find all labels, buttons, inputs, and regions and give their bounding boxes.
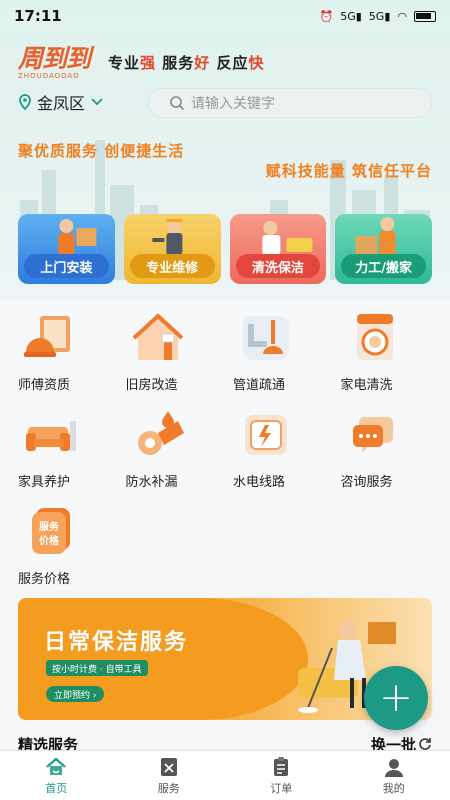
- logo-text: 周到到: [18, 44, 91, 73]
- signal-icon: 5G▮: [340, 9, 362, 23]
- service-item-pipe[interactable]: 管道疏通: [225, 308, 333, 393]
- tab-home[interactable]: 首页: [0, 751, 113, 800]
- service-item-appliance[interactable]: 家电清洗: [333, 308, 441, 393]
- chat-bubble-icon: [341, 405, 407, 465]
- svg-text:价格: 价格: [39, 534, 60, 547]
- service-item-price[interactable]: 服务 价格 服务价格: [10, 502, 118, 587]
- category-install-label: 上门安装: [24, 254, 109, 278]
- chevron-down-icon: [91, 98, 103, 106]
- banner-title: 日常保洁服务: [44, 630, 189, 655]
- category-moving-label: 力工/搬家: [341, 254, 426, 278]
- banner-subtitle: 按小时计费 · 自带工具: [46, 660, 148, 676]
- plunger-pipe-icon: [233, 308, 299, 368]
- service-item-consult[interactable]: 咨询服务: [333, 405, 441, 490]
- cleaning-worker-icon: [261, 221, 312, 255]
- battery-icon: [414, 10, 436, 22]
- profile-icon: [384, 758, 403, 777]
- tab-profile[interactable]: 我的: [338, 751, 450, 800]
- location-district: 金凤区: [37, 94, 86, 113]
- service-label: 管道疏通: [233, 378, 286, 393]
- tab-profile-label: 我的: [382, 781, 405, 795]
- tab-services-label: 服务: [157, 781, 180, 795]
- location-selector[interactable]: 金凤区: [18, 90, 104, 114]
- house-brush-icon: [126, 308, 192, 368]
- category-install[interactable]: 上门安装: [18, 214, 115, 284]
- category-cleaning-label: 清洗保洁: [235, 254, 321, 278]
- refresh-icon: [419, 738, 431, 750]
- bottom-tab-bar: 首页 服务 订单 我的: [0, 750, 450, 800]
- search-input[interactable]: 请输入关键字: [148, 88, 432, 118]
- services-grid: 师傅资质 旧房改造 管道疏通 家电清洗 家具养护 防水补漏 水电线路 咨询服务 …: [10, 308, 440, 587]
- service-item-waterproof[interactable]: 防水补漏: [118, 405, 226, 490]
- service-item-furniture[interactable]: 家具养护: [10, 405, 118, 490]
- services-icon: [160, 757, 177, 776]
- tab-home-label: 首页: [45, 781, 68, 795]
- repair-worker-icon: [152, 219, 183, 255]
- add-fab-button[interactable]: +: [364, 666, 428, 730]
- service-label: 咨询服务: [340, 475, 393, 490]
- home-icon: [46, 757, 66, 775]
- service-item-qualification[interactable]: 师傅资质: [10, 308, 118, 393]
- waterproof-tape-icon: [126, 405, 192, 465]
- helmet-certificate-icon: [18, 308, 84, 368]
- mover-worker-icon: [355, 217, 396, 255]
- status-time: 17:11: [14, 7, 62, 25]
- status-bar: 17:11 ⏰ 5G▮ 5G▮ ◠: [0, 0, 450, 32]
- service-label: 旧房改造: [125, 378, 178, 393]
- banner-book-button[interactable]: 立即预约 ›: [46, 686, 105, 702]
- location-pin-icon: [19, 94, 31, 110]
- signal-icon-2: 5G▮: [368, 9, 391, 23]
- category-repair-label: 专业维修: [129, 254, 215, 278]
- water-electric-icon: [233, 405, 299, 465]
- logo-subtext: ZHOUDAODAO: [18, 72, 80, 80]
- category-repair[interactable]: 专业维修: [123, 214, 221, 284]
- service-label: 师傅资质: [18, 378, 71, 393]
- status-icons: ⏰ 5G▮ 5G▮ ◠: [319, 9, 436, 23]
- service-label: 家电清洗: [340, 378, 393, 393]
- brand-slogan: 专业强 服务好 反应快: [108, 54, 265, 72]
- service-item-renovation[interactable]: 旧房改造: [118, 308, 226, 393]
- tab-orders-label: 订单: [270, 781, 293, 795]
- service-label: 服务价格: [18, 572, 71, 587]
- installer-worker-icon: [58, 219, 97, 255]
- category-moving[interactable]: 力工/搬家: [335, 214, 432, 284]
- services-panel: 师傅资质 旧房改造 管道疏通 家电清洗 家具养护 防水补漏 水电线路 咨询服务 …: [0, 300, 450, 590]
- service-label: 防水补漏: [125, 475, 178, 490]
- tagline-primary: 聚优质服务 创便捷生活: [18, 142, 185, 160]
- orders-icon: [274, 756, 289, 776]
- search-placeholder: 请输入关键字: [191, 96, 275, 112]
- svg-text:服务: 服务: [39, 520, 60, 533]
- alarm-icon: ⏰: [319, 9, 334, 23]
- washing-machine-icon: [341, 308, 407, 368]
- price-tag-icon: 服务 价格: [18, 502, 84, 562]
- service-label: 水电线路: [233, 475, 286, 490]
- service-item-water-electric[interactable]: 水电线路: [225, 405, 333, 490]
- wifi-icon: ◠: [397, 9, 407, 23]
- sofa-icon: [18, 405, 84, 465]
- app-logo: 周到到 ZHOUDAODAO: [18, 46, 100, 84]
- category-cards: 上门安装 专业维修 清洗保洁 力工/搬家: [18, 214, 432, 284]
- tagline-secondary: 赋科技能量 筑信任平台: [265, 162, 432, 180]
- tab-orders[interactable]: 订单: [225, 751, 338, 800]
- search-icon: [170, 96, 185, 111]
- tab-services[interactable]: 服务: [113, 751, 226, 800]
- service-label: 家具养护: [18, 475, 71, 490]
- category-cleaning[interactable]: 清洗保洁: [229, 214, 327, 284]
- brand-header: 周到到 ZHOUDAODAO 专业强 服务好 反应快: [18, 46, 265, 84]
- plus-icon: +: [379, 675, 413, 721]
